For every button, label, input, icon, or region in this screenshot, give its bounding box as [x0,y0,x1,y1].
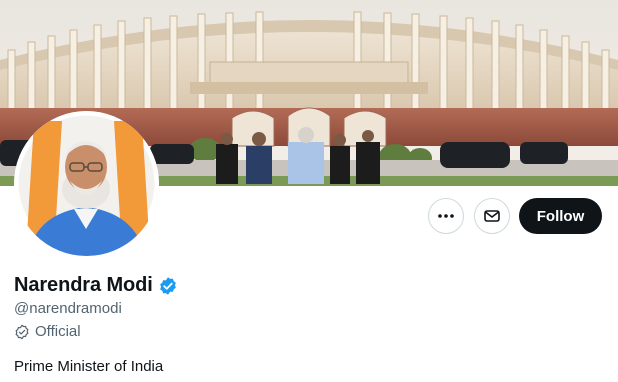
official-label-row: Official [14,323,81,340]
verified-badge-icon[interactable] [158,276,178,296]
official-check-icon [15,323,29,340]
official-label: Official [35,323,81,340]
profile-page: Follow Narendra Modi @narendramodi Offic… [0,0,618,382]
profile-handle: @narendramodi [14,300,122,317]
follow-button[interactable]: Follow [519,198,602,234]
profile-avatar[interactable] [14,111,159,256]
name-row: Narendra Modi [14,274,178,297]
display-name: Narendra Modi [14,274,153,296]
profile-bio: Prime Minister of India [14,358,164,375]
more-options-button[interactable] [428,198,464,234]
envelope-icon [484,210,500,222]
message-button[interactable] [474,198,510,234]
more-horizontal-icon [438,214,454,218]
